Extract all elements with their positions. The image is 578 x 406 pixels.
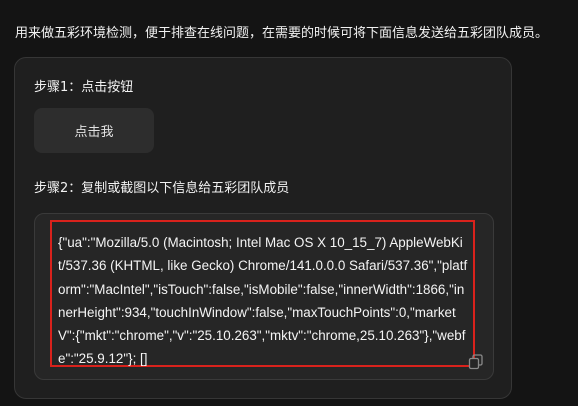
copy-icon[interactable] — [467, 353, 485, 371]
intro-text: 用来做五彩环境检测，便于排查在线问题，在需要的时候可将下面信息发送给五彩团队成员… — [15, 26, 549, 41]
click-me-button[interactable]: 点击我 — [34, 108, 154, 153]
diagnostics-panel: 步骤1：点击按钮 点击我 步骤2：复制或截图以下信息给五彩团队成员 {"ua":… — [14, 57, 512, 399]
environment-info-text: {"ua":"Mozilla/5.0 (Macintosh; Intel Mac… — [58, 235, 468, 367]
step1-title: 步骤1：点击按钮 — [34, 80, 134, 95]
info-box: {"ua":"Mozilla/5.0 (Macintosh; Intel Mac… — [34, 213, 494, 380]
step2-title: 步骤2：复制或截图以下信息给五彩团队成员 — [34, 181, 290, 196]
